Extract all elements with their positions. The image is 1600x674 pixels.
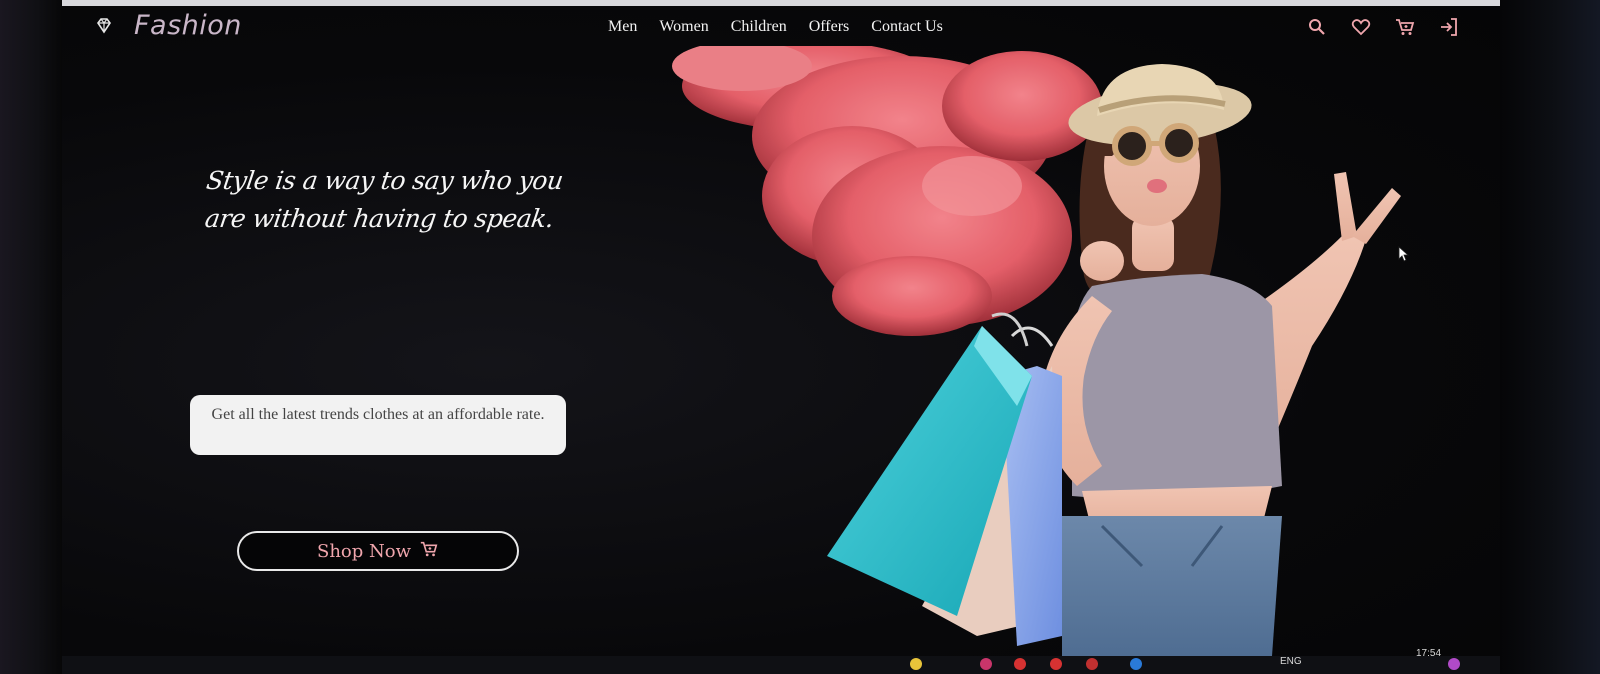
tagline-line-1: Style is a way to say who you <box>204 166 565 195</box>
diamond-icon <box>94 16 114 36</box>
hero-tagline: Style is a way to say who you are withou… <box>187 162 578 237</box>
taskbar-app-icon[interactable] <box>1014 658 1026 670</box>
brand-logo[interactable]: Fashion <box>134 10 242 41</box>
pink-smoke <box>672 46 1102 336</box>
os-taskbar: ENG 17:54 <box>62 648 1500 674</box>
header-actions <box>1306 16 1460 38</box>
shopping-bags <box>827 312 1062 646</box>
taskbar-app-icon[interactable] <box>1130 658 1142 670</box>
taskbar-app-icon[interactable] <box>1086 658 1098 670</box>
nav-women[interactable]: Women <box>659 18 708 36</box>
mouse-cursor <box>1398 246 1410 262</box>
main-menu: Men Women Children Offers Contact Us <box>608 18 943 36</box>
taskbar-app-icon[interactable] <box>910 658 922 670</box>
top-nav: Fashion Men Women Children Offers Contac… <box>62 6 1500 50</box>
taskbar-language[interactable]: ENG <box>1280 656 1302 667</box>
nav-men[interactable]: Men <box>608 18 637 36</box>
nav-children[interactable]: Children <box>731 18 787 36</box>
shop-now-label: Shop Now <box>317 540 411 562</box>
taskbar-clock[interactable]: 17:54 <box>1416 648 1441 659</box>
nav-offers[interactable]: Offers <box>809 18 850 36</box>
taskbar-app-icon[interactable] <box>1050 658 1062 670</box>
sign-in-icon[interactable] <box>1438 16 1460 38</box>
cart-icon[interactable] <box>1394 16 1416 38</box>
monitor-bezel-left <box>0 0 62 674</box>
taskbar-app-icon[interactable] <box>980 658 992 670</box>
search-icon[interactable] <box>1306 16 1328 38</box>
shop-now-button[interactable]: Shop Now <box>237 531 519 571</box>
hero-image <box>672 46 1401 656</box>
promo-text-box: Get all the latest trends clothes at an … <box>190 395 566 455</box>
monitor-bezel-right <box>1500 0 1600 674</box>
cart-icon <box>419 539 439 564</box>
tagline-line-2: are without having to speak. <box>203 203 556 233</box>
browser-viewport: Fashion Men Women Children Offers Contac… <box>62 6 1500 656</box>
notification-icon[interactable] <box>1448 658 1460 670</box>
heart-icon[interactable] <box>1350 16 1372 38</box>
nav-contact-us[interactable]: Contact Us <box>871 18 943 36</box>
